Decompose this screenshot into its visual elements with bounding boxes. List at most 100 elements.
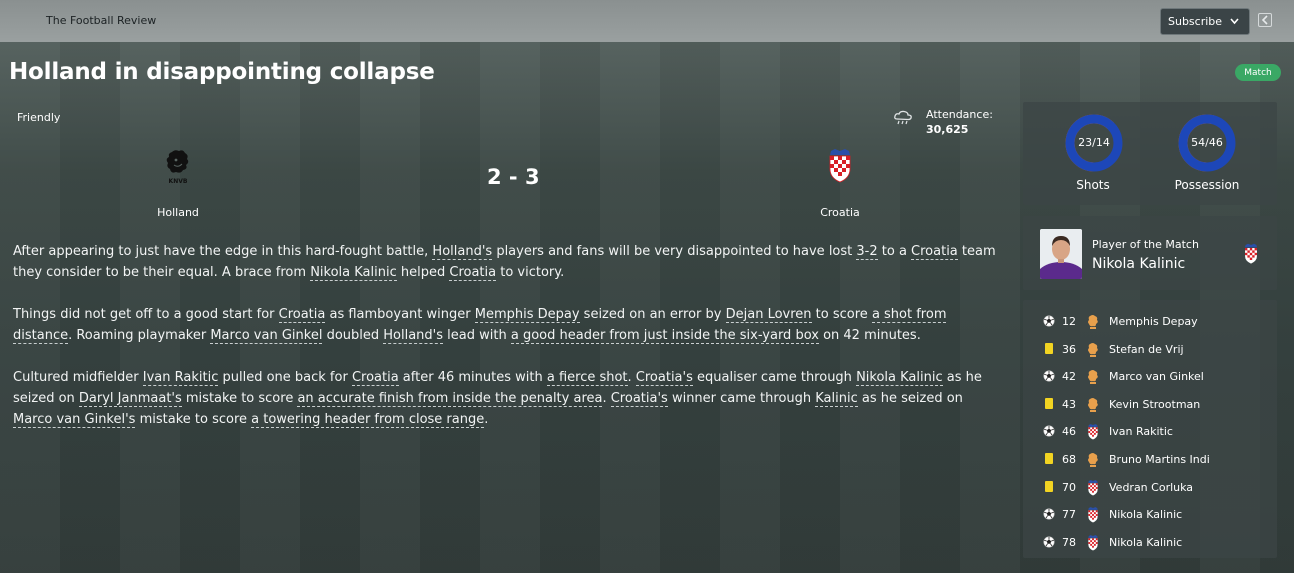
back-arrow-icon[interactable] [1258, 13, 1272, 27]
chevron-down-icon [1229, 14, 1240, 31]
player-of-the-match-panel[interactable]: Player of the Match Nikola Kalinic [1023, 216, 1277, 290]
match-event-row[interactable]: 68 Bruno Martins Indi [1023, 450, 1277, 470]
away-team-name[interactable]: Croatia [801, 206, 879, 219]
football-icon [1043, 536, 1055, 548]
match-events-panel: 12 Memphis Depay 36 Stefan de Vrij 42 Marco v… [1023, 300, 1277, 558]
article-link[interactable]: Daryl Janmaat's [78, 391, 182, 407]
match-event-row[interactable]: 12 Memphis Depay [1023, 312, 1277, 332]
event-player-name[interactable]: Marco van Ginkel [1109, 370, 1204, 383]
football-icon [1043, 508, 1055, 520]
home-team-name[interactable]: Holland [140, 206, 216, 219]
article-headline: Holland in disappointing collapse [9, 59, 435, 85]
article-link[interactable]: Ivan Rakitic [142, 370, 219, 386]
potm-player-name[interactable]: Nikola Kalinic [1092, 256, 1185, 272]
event-player-name[interactable]: Stefan de Vrij [1109, 343, 1184, 356]
article-paragraph: Things did not get off to a good start f… [13, 304, 1003, 346]
croatia-checkered-crest-icon [1086, 534, 1100, 551]
match-event-row[interactable]: 46 Ivan Rakitic [1023, 422, 1277, 442]
avatar [1040, 229, 1082, 279]
event-player-name[interactable]: Nikola Kalinic [1109, 508, 1182, 521]
match-stats-panel: 23/14 Shots 54/46 Possession [1023, 102, 1277, 205]
event-player-name[interactable]: Memphis Depay [1109, 315, 1198, 328]
article-text: to score [811, 307, 872, 322]
croatia-checkered-crest-icon [1086, 424, 1100, 440]
event-player-name[interactable]: Vedran Corluka [1109, 481, 1193, 494]
match-event-row[interactable]: 70 Vedran Corluka [1023, 478, 1277, 498]
article-link[interactable]: Holland's [383, 328, 444, 344]
article-link[interactable]: an accurate finish from inside the penal… [297, 391, 603, 407]
event-player-name[interactable]: Nikola Kalinic [1109, 536, 1182, 549]
article-link[interactable]: Croatia [911, 244, 958, 260]
article-text: mistake to score [135, 412, 252, 427]
event-minute: 12 [1062, 315, 1076, 328]
holland-lion-crest-icon [1086, 369, 1100, 385]
match-score: 2 - 3 [487, 165, 540, 189]
football-icon [1043, 315, 1055, 327]
article-link[interactable]: Holland's [432, 244, 493, 260]
match-event-row[interactable]: 36 Stefan de Vrij [1023, 340, 1277, 360]
knvb-lion-crest-icon[interactable]: KNVB [163, 148, 193, 186]
article-link[interactable]: a fierce shot [546, 370, 628, 386]
potm-label: Player of the Match [1092, 238, 1199, 251]
football-icon [1043, 370, 1055, 382]
publication-name: The Football Review [46, 14, 157, 27]
article-text: mistake to score [181, 391, 298, 406]
yellow-card-icon [1045, 342, 1053, 354]
subscribe-label: Subscribe [1168, 15, 1223, 28]
article-link[interactable]: Croatia's [610, 391, 668, 407]
article-link[interactable]: Marco van Ginkel [210, 328, 323, 344]
football-icon [1043, 425, 1055, 437]
article-link[interactable]: a towering header from close range [251, 412, 485, 428]
event-minute: 77 [1062, 508, 1076, 522]
competition-label: Friendly [17, 111, 61, 124]
article-link[interactable]: Croatia [449, 265, 497, 281]
article-link[interactable]: a good header from just inside the six-y… [510, 328, 819, 344]
croatia-checkered-crest-icon [1086, 507, 1100, 523]
article-link[interactable]: Dejan Lovren [725, 307, 812, 323]
subscribe-dropdown[interactable]: Subscribe [1160, 8, 1250, 35]
event-minute: 36 [1062, 342, 1076, 356]
match-event-row[interactable]: 78 Nikola Kalinic [1023, 533, 1277, 553]
article-link[interactable]: Nikola Kalinic [856, 370, 943, 386]
match-badge[interactable]: Match [1235, 64, 1281, 81]
article-link[interactable]: Marco van Ginkel's [13, 412, 136, 428]
article-text: Cultured midfielder [13, 370, 143, 385]
event-minute: 42 [1062, 370, 1076, 384]
event-player-name[interactable]: Kevin Strootman [1109, 398, 1200, 411]
croatia-checkered-crest-icon [1242, 243, 1260, 265]
article-text: doubled [322, 328, 384, 343]
shots-value: 23/14 [1078, 136, 1110, 149]
match-event-row[interactable]: 42 Marco van Ginkel [1023, 367, 1277, 387]
article-text: lead with [443, 328, 511, 343]
article-link[interactable]: Croatia's [635, 370, 693, 386]
article-link[interactable]: 3-2 [856, 244, 878, 260]
yellow-card-icon [1045, 453, 1053, 464]
event-player-name[interactable]: Ivan Rakitic [1109, 425, 1173, 438]
article-text: . [602, 391, 611, 406]
article-text: on 42 minutes. [818, 328, 921, 343]
article-paragraph: Cultured midfielder Ivan Rakitic pulled … [13, 367, 1003, 430]
croatia-checkered-crest-icon [1086, 479, 1100, 496]
article-text: helped [396, 265, 450, 280]
article-link[interactable]: Croatia [351, 370, 399, 386]
article-link[interactable]: Memphis Depay [474, 307, 580, 323]
article-text: pulled one back for [218, 370, 352, 385]
article-text: after 46 minutes with [398, 370, 547, 385]
shots-label: Shots [1076, 178, 1110, 192]
attendance-label: Attendance: [926, 108, 993, 121]
possession-label: Possession [1174, 178, 1240, 192]
article-text: winner came through [667, 391, 816, 406]
match-event-row[interactable]: 77 Nikola Kalinic [1023, 505, 1277, 525]
attendance-value: 30,625 [926, 123, 969, 136]
article-link[interactable]: Croatia [278, 307, 326, 323]
croatia-checkered-crest-icon[interactable] [825, 149, 855, 183]
match-event-row[interactable]: 43 Kevin Strootman [1023, 395, 1277, 415]
event-player-name[interactable]: Bruno Martins Indi [1109, 453, 1210, 466]
article-text: After appearing to just have the edge in… [13, 244, 433, 259]
article-text: Things did not get off to a good start f… [13, 307, 279, 322]
holland-lion-crest-icon [1086, 397, 1100, 413]
article-link[interactable]: Kalinic [815, 391, 858, 407]
event-minute: 46 [1062, 425, 1076, 439]
possession-value: 54/46 [1191, 136, 1223, 149]
article-link[interactable]: Nikola Kalinic [310, 265, 397, 281]
